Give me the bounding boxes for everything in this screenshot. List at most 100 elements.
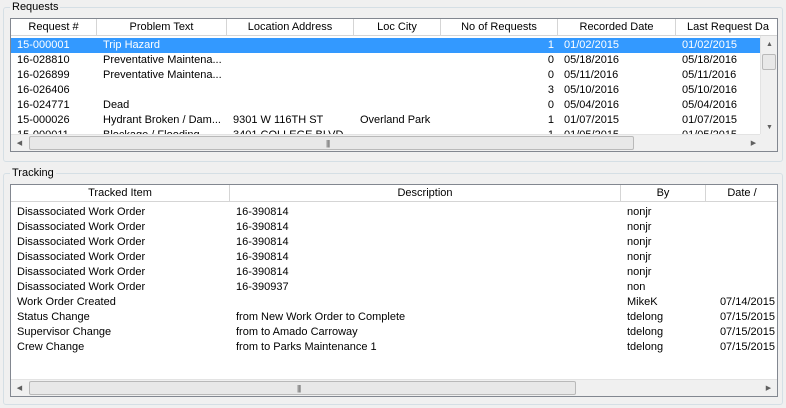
cell-location-address	[227, 98, 354, 113]
cell-no-of-requests: 1	[547, 39, 554, 51]
tracking-horizontal-scrollbar[interactable]: ◀ ||| ▶	[11, 379, 777, 396]
column-header-date[interactable]: Date /	[706, 185, 777, 202]
scroll-thumb[interactable]: |||	[29, 381, 576, 395]
requests-group-title: Requests	[10, 1, 61, 14]
cell-by: tdelong	[627, 326, 664, 338]
column-header-no-of-requests[interactable]: No of Requests	[441, 19, 558, 36]
cell-problem-text: Hydrant Broken / Dam...	[103, 114, 221, 126]
cell-date: 07/15/2015	[719, 341, 775, 353]
cell-description: 16-390814	[236, 236, 289, 248]
scroll-grip-icon: |||	[297, 384, 301, 393]
cell-problem-text: Trip Hazard	[103, 39, 161, 51]
cell-description: 16-390937	[236, 281, 289, 293]
cell-date: 07/15/2015	[719, 311, 775, 323]
cell-location-address	[227, 83, 354, 98]
cell-tracked-item: Crew Change	[17, 341, 85, 353]
table-row[interactable]: Disassociated Work Order 16-390814 nonjr	[11, 235, 777, 250]
cell-date	[706, 265, 777, 280]
requests-vertical-scrollbar[interactable]: ▲ ▼	[760, 36, 777, 136]
cell-recorded-date: 05/11/2016	[564, 69, 619, 81]
cell-description: from to Parks Maintenance 1	[236, 341, 377, 353]
table-row[interactable]: 16-026899 Preventative Maintena... 0 05/11/…	[11, 68, 777, 83]
cell-recorded-date: 05/04/2016	[564, 99, 620, 111]
cell-no-of-requests: 3	[547, 84, 554, 96]
cell-problem-text	[97, 83, 227, 98]
cell-location-address	[227, 68, 354, 83]
table-row[interactable]: Disassociated Work Order 16-390814 nonjr	[11, 220, 777, 235]
cell-problem-text: Preventative Maintena...	[103, 69, 222, 81]
cell-loc-city	[354, 38, 441, 53]
cell-no-of-requests: 0	[547, 69, 554, 81]
column-header-recorded-date[interactable]: Recorded Date	[558, 19, 676, 36]
requests-list[interactable]: Request # Problem Text Location Address Loc…	[10, 18, 778, 152]
requests-rows: 15-000001 Trip Hazard 1 01/02/2015 01/02/201…	[11, 38, 777, 143]
cell-date	[706, 235, 777, 250]
cell-description: 16-390814	[236, 206, 289, 218]
table-row[interactable]: 16-026406 3 05/10/2016 05/10/2016	[11, 83, 777, 98]
table-row[interactable]: Disassociated Work Order 16-390937 non	[11, 280, 777, 295]
cell-loc-city: Overland Park	[360, 114, 431, 126]
requests-horizontal-scrollbar[interactable]: ◀ ||| ▶	[11, 134, 762, 151]
cell-request: 16-026899	[17, 69, 70, 81]
column-header-request[interactable]: Request #	[11, 19, 97, 36]
column-header-by[interactable]: By	[621, 185, 706, 202]
table-row[interactable]: Work Order Created MikeK 07/14/2015	[11, 295, 777, 310]
column-header-loc-city[interactable]: Loc City	[354, 19, 441, 36]
table-row[interactable]: Supervisor Change from to Amado Carroway t…	[11, 325, 777, 340]
column-header-tracked-item[interactable]: Tracked Item	[11, 185, 230, 202]
scroll-up-arrow-icon[interactable]: ▲	[761, 36, 777, 53]
cell-description: 16-390814	[236, 251, 289, 263]
cell-date: 07/14/2015	[719, 296, 775, 308]
table-row[interactable]: Disassociated Work Order 16-390814 nonjr	[11, 265, 777, 280]
scroll-left-arrow-icon[interactable]: ◀	[11, 135, 28, 151]
cell-location-address: 9301 W 116TH ST	[233, 114, 324, 126]
cell-tracked-item: Disassociated Work Order	[17, 206, 146, 218]
scroll-right-arrow-icon[interactable]: ▶	[760, 380, 777, 396]
scroll-left-arrow-icon[interactable]: ◀	[11, 380, 28, 396]
cell-tracked-item: Disassociated Work Order	[17, 236, 146, 248]
column-header-location-address[interactable]: Location Address	[227, 19, 354, 36]
cell-date: 07/15/2015	[719, 326, 775, 338]
cell-recorded-date: 05/10/2016	[564, 84, 620, 96]
cell-loc-city	[354, 68, 441, 83]
tracking-group-title: Tracking	[10, 167, 56, 180]
cell-by: nonjr	[627, 236, 652, 248]
table-row[interactable]: 15-000026 Hydrant Broken / Dam... 9301 W 1…	[11, 113, 777, 128]
table-row[interactable]: 16-024771 Dead 0 05/04/2016 05/04/2016	[11, 98, 777, 113]
cell-tracked-item: Work Order Created	[17, 296, 116, 308]
scroll-thumb[interactable]: |||	[29, 136, 634, 150]
cell-by: tdelong	[627, 311, 664, 323]
cell-by: nonjr	[627, 266, 652, 278]
cell-request: 16-026406	[17, 84, 70, 96]
cell-date	[706, 280, 777, 295]
table-row[interactable]: 16-028810 Preventative Maintena... 0 05/18/…	[11, 53, 777, 68]
cell-description: 16-390814	[236, 266, 289, 278]
table-row[interactable]: Disassociated Work Order 16-390814 nonjr	[11, 250, 777, 265]
cell-no-of-requests: 0	[547, 54, 554, 66]
tracking-list[interactable]: Tracked Item Description By Date / Disassoc…	[10, 184, 778, 397]
cell-request: 16-024771	[17, 99, 70, 111]
cell-recorded-date: 01/02/2015	[564, 39, 620, 51]
cell-date	[706, 250, 777, 265]
table-row[interactable]: 15-000001 Trip Hazard 1 01/02/2015 01/02/201…	[11, 38, 777, 53]
column-header-last-request-da[interactable]: Last Request Da	[676, 19, 777, 36]
column-header-description[interactable]: Description	[230, 185, 621, 202]
cell-tracked-item: Disassociated Work Order	[17, 221, 146, 233]
cell-tracked-item: Disassociated Work Order	[17, 281, 146, 293]
scroll-thumb[interactable]	[762, 54, 776, 70]
column-header-problem-text[interactable]: Problem Text	[97, 19, 227, 36]
table-row[interactable]: Status Change from New Work Order to Comp…	[11, 310, 777, 325]
cell-by: nonjr	[627, 206, 652, 218]
cell-loc-city	[354, 83, 441, 98]
cell-tracked-item: Disassociated Work Order	[17, 251, 146, 263]
scrollbar-corner	[760, 134, 777, 151]
table-row[interactable]: Crew Change from to Parks Maintenance 1 td…	[11, 340, 777, 355]
cell-request: 15-000001	[17, 39, 70, 51]
cell-problem-text: Preventative Maintena...	[103, 54, 222, 66]
cell-by: nonjr	[627, 221, 652, 233]
table-row[interactable]: Disassociated Work Order 16-390814 nonjr	[11, 205, 777, 220]
cell-recorded-date: 05/18/2016	[564, 54, 620, 66]
cell-date	[706, 220, 777, 235]
cell-description: from New Work Order to Complete	[236, 311, 406, 323]
cell-by: non	[627, 281, 646, 293]
